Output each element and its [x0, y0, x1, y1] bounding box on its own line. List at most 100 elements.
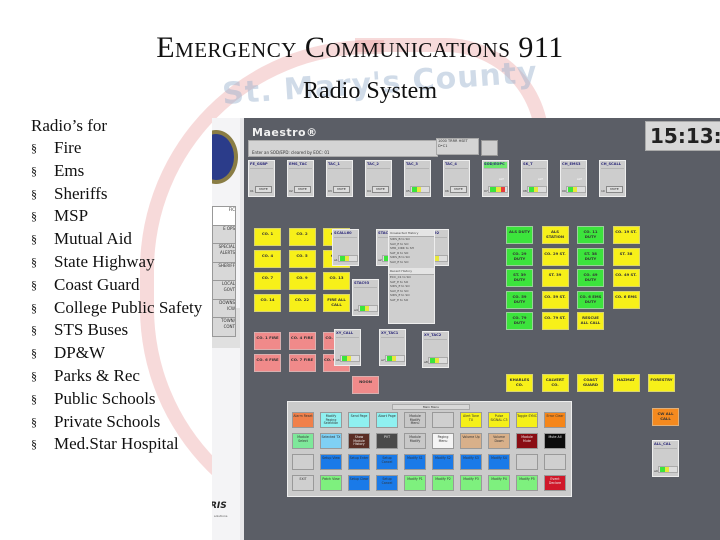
main-menu-button[interactable]: Volume Down: [488, 433, 510, 449]
agency-button[interactable]: FORESTRY: [648, 374, 675, 392]
duty-button[interactable]: CO. 29 ST.: [541, 247, 569, 266]
main-menu-button[interactable]: Paging Menu: [432, 433, 454, 449]
main-menu-button[interactable]: Show Module History: [348, 433, 370, 449]
main-menu-button[interactable]: Alarm Reset: [292, 412, 314, 428]
duty-button[interactable]: CO. 49 ST.: [612, 269, 640, 287]
duty-button[interactable]: ST. 38 DUTY: [577, 247, 604, 266]
main-menu-button[interactable]: Send Page: [348, 412, 370, 428]
main-menu-button[interactable]: Mute All: [544, 433, 566, 449]
main-menu-button[interactable]: Modify S1: [404, 454, 426, 470]
left-panel-button[interactable]: E OPS: [212, 224, 236, 245]
mute-button[interactable]: MUTE: [255, 186, 272, 193]
duty-button[interactable]: CO. 6 EMS: [612, 290, 640, 309]
noon-button[interactable]: NOON: [352, 376, 379, 394]
duty-button[interactable]: CO. 49 DUTY: [577, 269, 604, 287]
duty-button[interactable]: ST. 39: [541, 269, 569, 287]
radio-channel-tile[interactable]: EMS_TAC 02 MUTE: [287, 160, 314, 197]
left-panel-button[interactable]: FIC: [212, 206, 236, 226]
main-menu-button[interactable]: Module Modify Menu: [404, 412, 426, 428]
company-button[interactable]: CO. 14: [254, 294, 281, 312]
mute-button[interactable]: MUTE: [333, 186, 350, 193]
main-menu-button[interactable]: Setup Cancel: [376, 475, 398, 491]
radio-channel-tile[interactable]: XY_CALL a6: [334, 329, 361, 366]
company-button[interactable]: FIRE ALL CALL: [323, 294, 350, 312]
mute-button[interactable]: MUTE: [372, 186, 389, 193]
main-menu-button[interactable]: Pulse SIGNAL C3: [488, 412, 510, 428]
duty-button[interactable]: ST. 39 DUTY: [506, 269, 533, 287]
main-menu-button[interactable]: Volume Up: [460, 433, 482, 449]
main-menu-button[interactable]: Modify P2: [432, 475, 454, 491]
radio-channel-tile[interactable]: CH_SCALL 10 MUTE: [599, 160, 626, 197]
main-menu-button[interactable]: Module Mute: [516, 433, 538, 449]
main-menu-button[interactable]: Error Clear: [544, 412, 566, 428]
main-menu-button[interactable]: Setup Clear: [348, 475, 370, 491]
duty-button[interactable]: CO. 79 ST.: [541, 312, 569, 330]
duty-button[interactable]: CO. 29 DUTY: [506, 247, 533, 266]
fire-dispatch-button[interactable]: CO. 6 FIRE: [254, 354, 281, 372]
company-button[interactable]: CO. 5: [288, 250, 316, 268]
mute-button[interactable]: MUTE: [606, 186, 623, 193]
radio-channel-tile[interactable]: XY_TAC2 a8: [422, 331, 449, 368]
company-button[interactable]: CO. 13: [323, 272, 350, 290]
main-menu-button[interactable]: Modify S2: [432, 454, 454, 470]
main-menu-button[interactable]: [544, 454, 566, 470]
main-menu-button[interactable]: Setup View: [320, 454, 342, 470]
duty-button[interactable]: CO. 6 EMS DUTY: [577, 290, 604, 309]
radio-channel-tile[interactable]: FE_GSBP 01 MUTE: [248, 160, 275, 197]
radio-channel-tile[interactable]: CH_EMS3 09 ALT: [560, 160, 587, 197]
company-button[interactable]: CO. 2: [288, 228, 316, 246]
duty-button[interactable]: CO. 59 DUTY: [506, 290, 533, 309]
main-menu-button[interactable]: Modify S3: [460, 454, 482, 470]
main-menu-button[interactable]: Modify P3: [460, 475, 482, 491]
left-panel-button[interactable]: TOWN/ CONT: [212, 317, 236, 337]
left-panel-button[interactable]: DOWNS ICW: [212, 298, 236, 319]
main-menu-button[interactable]: Module Modify: [404, 433, 426, 449]
company-button[interactable]: CO. 22: [288, 294, 316, 312]
main-menu-button[interactable]: Event Declare: [544, 475, 566, 491]
main-menu-button[interactable]: Modify P4: [488, 475, 510, 491]
main-menu-button[interactable]: [432, 412, 454, 428]
main-menu-button[interactable]: EXIT: [292, 475, 314, 491]
fire-dispatch-button[interactable]: CO. 1 FIRE: [254, 332, 281, 350]
duty-button[interactable]: ALS DUTY: [506, 226, 533, 244]
main-menu-button[interactable]: Modify Paging Selection: [320, 412, 342, 428]
main-menu-button[interactable]: [516, 454, 538, 470]
duty-button[interactable]: RESCUE ALL CALL: [577, 312, 604, 330]
mute-button[interactable]: MUTE: [450, 186, 467, 193]
radio-channel-tile[interactable]: ALL_CAL a9: [652, 440, 679, 477]
fire-dispatch-button[interactable]: CO. 7 FIRE: [288, 354, 316, 372]
agency-button[interactable]: COAST GUARD: [577, 374, 604, 392]
radio-channel-tile[interactable]: STAC93 a4: [352, 279, 379, 316]
radio-channel-tile[interactable]: TAC_1 03 MUTE: [326, 160, 353, 197]
radio-channel-tile[interactable]: TAC_2 04 MUTE: [365, 160, 392, 197]
radio-channel-tile[interactable]: TAC_3 05: [404, 160, 431, 197]
main-menu-button[interactable]: [292, 454, 314, 470]
company-button[interactable]: CO. 1: [254, 228, 281, 246]
radio-channel-tile[interactable]: SK_T 08 ALT: [521, 160, 548, 197]
agency-button[interactable]: HAZMAT: [612, 374, 640, 392]
main-menu-button[interactable]: PVT: [376, 433, 398, 449]
company-button[interactable]: CO. 9: [288, 272, 316, 290]
duty-button[interactable]: ALS STATION: [541, 226, 569, 244]
duty-button[interactable]: CO. 79 DUTY: [506, 312, 533, 330]
duty-button[interactable]: CO. 11 DUTY: [577, 226, 604, 244]
main-menu-button[interactable]: Module Select: [292, 433, 314, 449]
main-menu-button[interactable]: Toggle SYNC: [516, 412, 538, 428]
radio-channel-tile[interactable]: XY_TAC1 a7: [379, 329, 406, 366]
main-menu-button[interactable]: Modify P5: [516, 475, 538, 491]
agency-button[interactable]: CALVERT CO.: [541, 374, 569, 392]
main-menu-button[interactable]: Setup Cancel: [376, 454, 398, 470]
radio-channel-tile[interactable]: SOD/EOPC 07 ALT: [482, 160, 509, 197]
cw-all-call-button[interactable]: CW ALL CALL: [652, 408, 679, 426]
company-button[interactable]: CO. 4: [254, 250, 281, 268]
duty-button[interactable]: ST. 38: [612, 247, 640, 266]
main-menu-button[interactable]: Abort Page: [376, 412, 398, 428]
fire-dispatch-button[interactable]: CO. 4 FIRE: [288, 332, 316, 350]
company-button[interactable]: CO. 7: [254, 272, 281, 290]
duty-button[interactable]: CO. 19 ST.: [612, 226, 640, 244]
left-panel-button[interactable]: SHERIFF: [212, 261, 236, 282]
main-menu-button[interactable]: Setup Enter: [348, 454, 370, 470]
status-square-button[interactable]: [481, 140, 498, 156]
duty-button[interactable]: CO. 59 ST.: [541, 290, 569, 309]
main-menu-button[interactable]: Alert Tone TX: [460, 412, 482, 428]
